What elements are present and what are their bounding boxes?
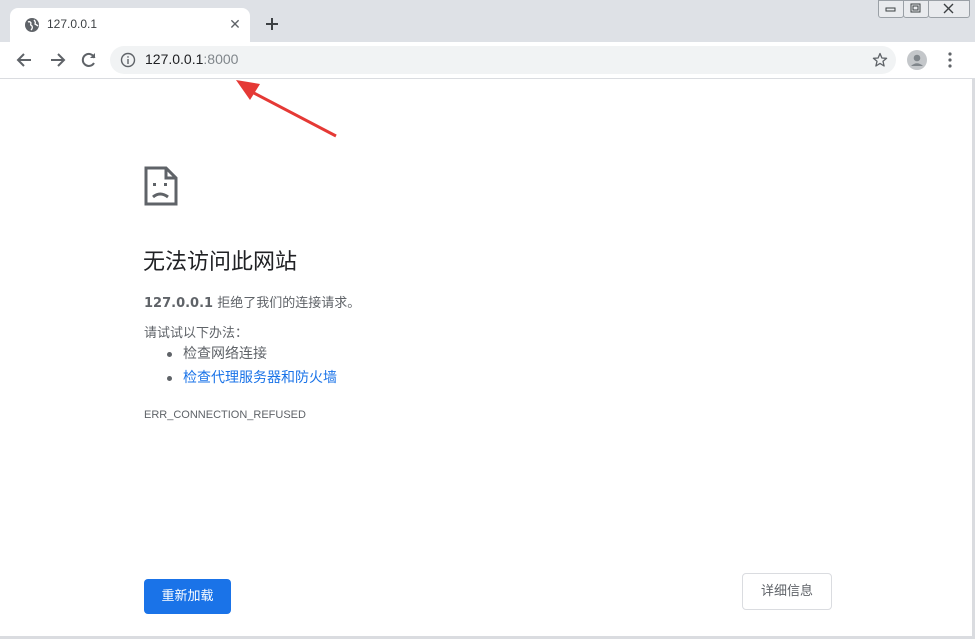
star-icon[interactable] [872,52,888,68]
new-tab-icon[interactable] [262,14,282,34]
maximize-icon [910,3,921,13]
tab-close-icon[interactable]: ✕ [226,16,244,34]
tab-active[interactable]: 127.0.0.1 ✕ [10,8,250,42]
url-text[interactable]: 127.0.0.1:8000 [145,51,238,67]
address-bar[interactable]: 127.0.0.1:8000 [110,46,896,74]
url-host: 127.0.0.1 [145,51,204,67]
tab-strip: 127.0.0.1 ✕ [0,0,975,42]
kebab-menu-icon[interactable] [940,50,960,70]
minimize-icon [885,7,896,12]
error-message: 127.0.0.1 拒绝了我们的连接请求。 [144,292,360,311]
tab-title: 127.0.0.1 [47,17,98,31]
reload-icon[interactable] [79,50,99,70]
back-arrow-icon[interactable] [15,50,35,70]
forward-arrow-icon[interactable] [47,50,67,70]
error-message-suffix: 拒绝了我们的连接请求。 [213,296,361,311]
minimize-button[interactable] [878,0,904,18]
reload-button[interactable]: 重新加载 [144,579,231,614]
close-window-button[interactable] [928,0,970,18]
error-title: 无法访问此网站 [143,249,298,274]
suggestions-label: 请试试以下办法： [144,326,249,341]
suggestions-list: 检查网络连接 检查代理服务器和防火墙 [166,344,337,392]
error-code: ERR_CONNECTION_REFUSED [144,409,306,421]
maximize-button[interactable] [903,0,929,18]
suggestion-check-network: 检查网络连接 [166,344,337,368]
suggestion-check-proxy-firewall-link[interactable]: 检查代理服务器和防火墙 [166,368,337,392]
info-icon[interactable] [120,52,136,68]
profile-avatar-icon[interactable] [907,50,927,70]
annotation-arrow [236,80,337,138]
globe-icon [25,18,39,32]
browser-toolbar: 127.0.0.1:8000 [0,42,975,79]
details-button[interactable]: 详细信息 [742,573,832,610]
url-port: :8000 [203,51,239,67]
close-icon [943,3,954,14]
error-host: 127.0.0.1 [144,296,214,311]
sad-document-icon [144,166,178,206]
